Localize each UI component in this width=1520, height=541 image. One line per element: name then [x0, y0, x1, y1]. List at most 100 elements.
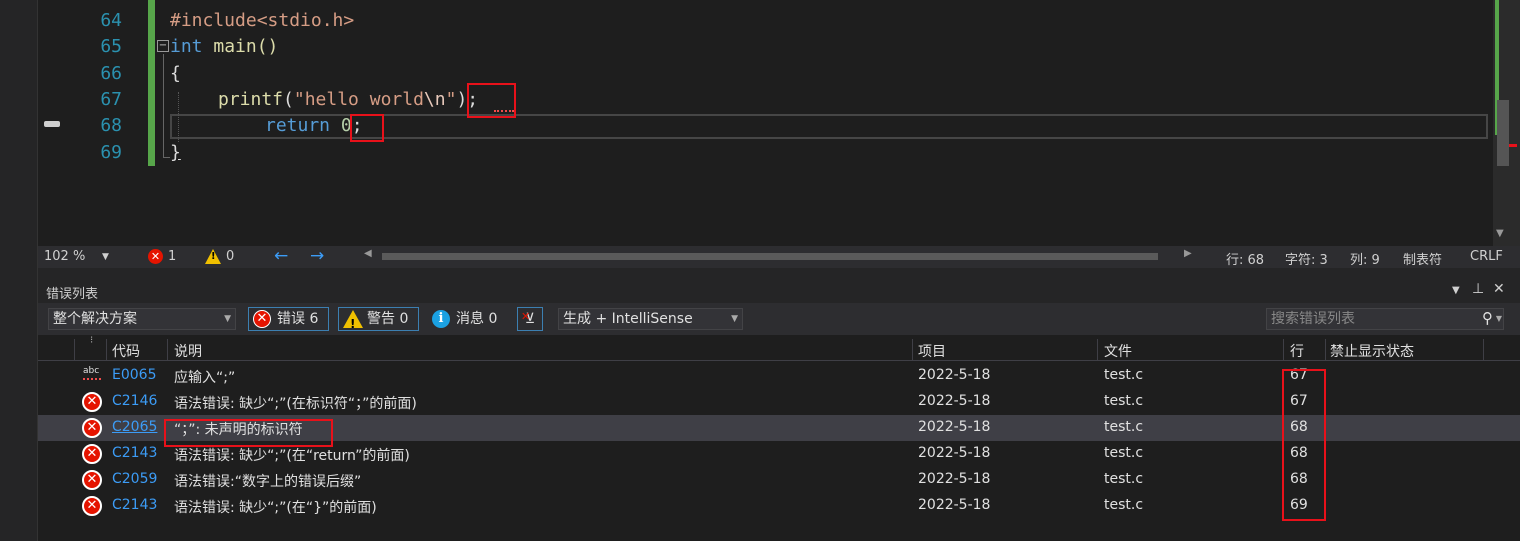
- chevron-down-icon[interactable]: ▼: [731, 309, 738, 329]
- error-file: test.c: [1104, 419, 1144, 435]
- column-options-icon[interactable]: ⁝: [90, 335, 93, 346]
- chevron-down-icon[interactable]: ▼: [1452, 285, 1460, 296]
- panel-splitter[interactable]: [38, 268, 1520, 279]
- code-line-66: {: [170, 61, 181, 87]
- brace: }: [170, 142, 181, 163]
- search-placeholder: 搜索错误列表: [1271, 311, 1355, 327]
- vertical-scrollbar[interactable]: ▼: [1493, 0, 1520, 246]
- line-number: 64: [100, 10, 122, 31]
- error-code-link[interactable]: C2143: [112, 445, 157, 461]
- error-code-link[interactable]: E0065: [112, 367, 156, 383]
- error-icon: ✕: [253, 310, 271, 328]
- panel-title: 错误列表: [46, 287, 99, 302]
- error-project: 2022-5-18: [918, 367, 991, 383]
- source-dropdown[interactable]: 生成 + IntelliSense ▼: [558, 308, 743, 330]
- error-file: test.c: [1104, 497, 1144, 513]
- line-number: 65: [100, 36, 122, 57]
- chevron-down-icon[interactable]: ▼: [1496, 309, 1502, 329]
- scrollbar-error-marker[interactable]: [1509, 144, 1517, 147]
- error-project: 2022-5-18: [918, 471, 991, 487]
- close-icon[interactable]: ✕: [1493, 281, 1505, 297]
- fold-guide: [163, 54, 164, 158]
- code-editor[interactable]: 64 65 66 67 68 69 − #include<stdio.h> in…: [0, 0, 1520, 246]
- collapse-icon[interactable]: −: [157, 40, 169, 52]
- errors-filter-button[interactable]: ✕ 错误 6: [248, 307, 329, 331]
- column-separator[interactable]: [74, 339, 75, 361]
- annotation-box-line-column: [1282, 369, 1326, 521]
- column-header-line[interactable]: 行: [1290, 341, 1304, 361]
- search-input[interactable]: 搜索错误列表 ⚲ ▼: [1266, 308, 1504, 330]
- error-icon: ✕: [82, 392, 102, 412]
- line-number: 69: [100, 142, 122, 163]
- code-line-65: int main(): [170, 34, 278, 60]
- error-code-link[interactable]: C2065: [112, 419, 157, 435]
- error-icon[interactable]: ✕: [148, 249, 163, 264]
- column-header-project[interactable]: 项目: [918, 341, 946, 361]
- warning-icon[interactable]: !: [205, 249, 221, 264]
- error-code-link[interactable]: C2143: [112, 497, 157, 513]
- column-separator[interactable]: [1325, 339, 1326, 361]
- warning-count[interactable]: 0: [226, 249, 234, 264]
- search-icon[interactable]: ⚲: [1482, 308, 1493, 328]
- code-line-69: }: [170, 140, 181, 166]
- column-header-suppression[interactable]: 禁止显示状态: [1330, 341, 1414, 361]
- column-separator[interactable]: [912, 339, 913, 361]
- column-separator[interactable]: [1283, 339, 1284, 361]
- error-description: 语法错误: 缺少“;”(在“return”的前面): [174, 448, 410, 464]
- error-code-link[interactable]: C2059: [112, 471, 157, 487]
- error-file: test.c: [1104, 393, 1144, 409]
- line-ending[interactable]: CRLF: [1470, 249, 1503, 264]
- error-file: test.c: [1104, 367, 1144, 383]
- error-project: 2022-5-18: [918, 497, 991, 513]
- chevron-down-icon[interactable]: ▼: [1496, 228, 1504, 239]
- messages-filter-label: 消息 0: [456, 311, 498, 327]
- error-code-link[interactable]: C2146: [112, 393, 157, 409]
- info-icon: i: [432, 310, 450, 328]
- pin-icon[interactable]: ⊥: [1472, 281, 1484, 297]
- error-description: 语法错误:“数字上的错误后缀”: [174, 474, 362, 490]
- arrow-right-icon[interactable]: →: [310, 246, 324, 266]
- error-list-toolbar: 整个解决方案 ▼ ✕ 错误 6 ! 警告 0 i 消息 0 ✕ ⊻ 生成 + In…: [38, 303, 1520, 335]
- include-directive: #include<stdio.h>: [170, 10, 355, 31]
- warnings-filter-label: 警告 0: [367, 311, 409, 327]
- chevron-down-icon[interactable]: ▼: [224, 309, 231, 329]
- error-project: 2022-5-18: [918, 419, 991, 435]
- column-separator[interactable]: [1097, 339, 1098, 361]
- scroll-left-icon[interactable]: ◀: [364, 248, 372, 259]
- chevron-down-icon[interactable]: ▼: [102, 252, 109, 262]
- code-line-67: printf("hello world\n");: [218, 87, 478, 113]
- error-description: 语法错误: 缺少“;”(在“}”的前面): [174, 500, 377, 516]
- column-header-file[interactable]: 文件: [1104, 341, 1132, 361]
- error-project: 2022-5-18: [918, 393, 991, 409]
- column-separator[interactable]: [106, 339, 107, 361]
- error-list-panel: 错误列表 ▼ ⊥ ✕ 整个解决方案 ▼ ✕ 错误 6 ! 警告 0 i 消息 0…: [38, 279, 1520, 541]
- fold-guide-end: [163, 157, 170, 158]
- cursor-line: 行: 68: [1226, 253, 1265, 268]
- brace: {: [170, 63, 181, 84]
- column-separator[interactable]: [167, 339, 168, 361]
- column-separator[interactable]: [1483, 339, 1484, 361]
- arrow-left-icon[interactable]: ←: [274, 246, 288, 266]
- keyword: return: [265, 115, 331, 136]
- scrollbar-thumb[interactable]: [382, 253, 1158, 260]
- column-header-description[interactable]: 说明: [174, 341, 202, 361]
- warnings-filter-button[interactable]: ! 警告 0: [338, 307, 419, 331]
- line-number: 66: [100, 63, 122, 84]
- messages-filter-button[interactable]: i 消息 0: [427, 307, 507, 331]
- indent-mode[interactable]: 制表符: [1403, 249, 1442, 268]
- error-icon: ✕: [82, 444, 102, 464]
- scope-dropdown[interactable]: 整个解决方案 ▼: [48, 308, 236, 330]
- horizontal-scrollbar[interactable]: ◀ ▶: [364, 248, 1192, 261]
- string-literal-end: ": [445, 89, 457, 110]
- zoom-level[interactable]: 102 %: [44, 249, 85, 264]
- paren: (: [283, 89, 294, 110]
- change-indicator-bar: [148, 0, 155, 166]
- column-header-code[interactable]: 代码: [112, 341, 140, 361]
- bookmark-icon[interactable]: [44, 121, 60, 127]
- keyword: int: [170, 36, 203, 57]
- scroll-right-icon[interactable]: ▶: [1184, 248, 1192, 259]
- scope-value: 整个解决方案: [53, 311, 137, 327]
- scrollbar-thumb[interactable]: [1497, 100, 1509, 166]
- error-count[interactable]: 1: [168, 249, 176, 264]
- filter-icon[interactable]: ✕ ⊻: [517, 307, 543, 331]
